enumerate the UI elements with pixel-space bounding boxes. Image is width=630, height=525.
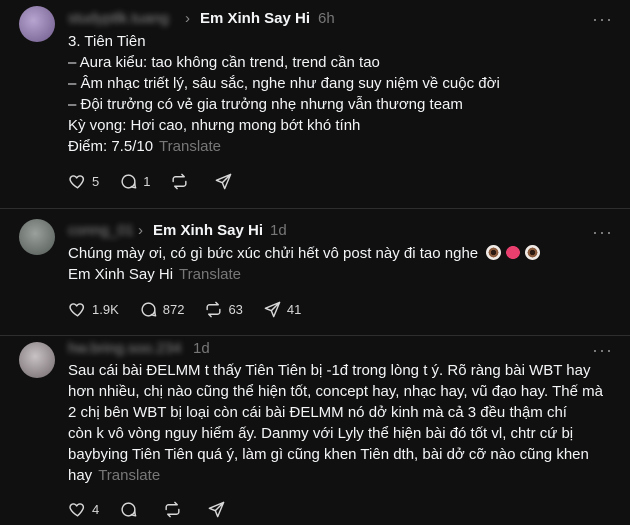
like-count: 1.9K bbox=[92, 302, 119, 317]
reply-button[interactable]: 872 bbox=[139, 300, 185, 319]
post-body: 3. Tiên Tiên – Aura kiểu: tao không cần … bbox=[68, 31, 500, 157]
lips-emoji-icon bbox=[505, 245, 522, 260]
timestamp: 1d bbox=[193, 340, 210, 357]
post-line: còn k vô vòng nguy hiểm ấy. Danmy với Ly… bbox=[68, 425, 574, 442]
repost-icon bbox=[206, 301, 221, 318]
username[interactable]: studyptlk.tuang bbox=[68, 10, 169, 27]
post-body: Chúng mày ơi, có gì bức xúc chửi hết vô … bbox=[68, 243, 541, 285]
avatar[interactable] bbox=[19, 219, 55, 255]
repost-button[interactable]: 63 bbox=[204, 300, 243, 319]
timestamp: 1d bbox=[270, 222, 287, 239]
topic-link[interactable]: › Em Xinh Say Hi bbox=[138, 222, 263, 239]
post-line: hay Translate bbox=[68, 467, 161, 484]
reply-button[interactable]: 1 bbox=[119, 172, 150, 191]
reply-count: 1 bbox=[143, 174, 151, 189]
share-button[interactable] bbox=[214, 172, 238, 191]
eye-emoji-icon bbox=[486, 245, 502, 260]
divider bbox=[0, 208, 630, 209]
arrow-icon: › bbox=[185, 10, 190, 27]
translate-link[interactable]: Translate bbox=[159, 138, 221, 155]
post-line: 2 chị bên WBT bị loại còn cái bài ĐELMM … bbox=[68, 404, 567, 421]
divider bbox=[0, 335, 630, 336]
arrow-icon: › bbox=[138, 222, 143, 239]
post-line: Sau cái bài ĐELMM t thấy Tiên Tiên bị -1… bbox=[68, 362, 591, 379]
translate-link[interactable]: Translate bbox=[98, 467, 160, 484]
post-line: – Đội trưởng có vẻ gia trưởng nhẹ nhưng … bbox=[68, 96, 463, 113]
post-line: Em Xinh Say Hi Translate bbox=[68, 266, 242, 283]
post-line: Điểm: 7.5/10 Translate bbox=[68, 138, 222, 155]
repost-button[interactable] bbox=[170, 172, 194, 191]
share-button[interactable] bbox=[207, 500, 231, 519]
topic-link[interactable]: › Em Xinh Say Hi bbox=[185, 10, 310, 27]
share-icon bbox=[208, 501, 225, 518]
heart-icon bbox=[69, 303, 85, 317]
action-bar: 4 bbox=[68, 500, 251, 519]
comment-icon bbox=[141, 302, 157, 317]
like-button[interactable]: 5 bbox=[68, 172, 99, 191]
post-line: baybying Tiên Tiên quá ý, làm gì cũng kh… bbox=[68, 446, 589, 463]
post-line: 3. Tiên Tiên bbox=[68, 33, 146, 50]
heart-icon bbox=[69, 503, 85, 517]
repost-icon bbox=[165, 501, 180, 518]
post-body: Sau cái bài ĐELMM t thấy Tiên Tiên bị -1… bbox=[68, 360, 603, 486]
timestamp: 6h bbox=[318, 10, 335, 27]
reply-count: 872 bbox=[162, 302, 185, 317]
avatar[interactable] bbox=[19, 342, 55, 378]
heart-icon bbox=[69, 175, 85, 189]
username[interactable]: hw.bring.soo.234 bbox=[68, 340, 181, 357]
repost-count: 63 bbox=[228, 302, 243, 317]
action-bar: 5 1 bbox=[68, 172, 258, 191]
repost-icon bbox=[172, 173, 188, 190]
translate-link[interactable]: Translate bbox=[179, 266, 241, 283]
action-bar: 1.9K 872 63 41 bbox=[68, 300, 321, 319]
post-line: Kỳ vọng: Hơi cao, nhưng mong bớt khó tín… bbox=[68, 117, 361, 134]
avatar[interactable] bbox=[19, 6, 55, 42]
more-icon[interactable]: ··· bbox=[592, 10, 613, 28]
reply-button[interactable] bbox=[119, 500, 143, 519]
post-line: – Aura kiểu: tao không cần trend, trend … bbox=[68, 54, 380, 71]
post-line: hơn nhiều, chị nào cũng thể hiện tốt, co… bbox=[68, 383, 603, 400]
username[interactable]: conng_01 bbox=[68, 222, 134, 239]
share-count: 41 bbox=[286, 302, 302, 317]
share-icon bbox=[264, 301, 281, 318]
post-line: – Âm nhạc triết lý, sâu sắc, nghe như đa… bbox=[68, 75, 500, 92]
like-button[interactable]: 4 bbox=[68, 500, 99, 519]
like-count: 5 bbox=[92, 174, 100, 189]
share-button[interactable]: 41 bbox=[263, 300, 301, 319]
more-icon[interactable]: ··· bbox=[592, 223, 613, 241]
more-icon[interactable]: ··· bbox=[592, 341, 613, 359]
post-line: Chúng mày ơi, có gì bức xúc chửi hết vô … bbox=[68, 243, 541, 264]
like-count: 4 bbox=[92, 502, 100, 517]
eye-emoji-icon bbox=[525, 245, 541, 260]
share-icon bbox=[216, 173, 232, 190]
repost-button[interactable] bbox=[163, 500, 187, 519]
like-button[interactable]: 1.9K bbox=[68, 300, 119, 319]
comment-icon bbox=[121, 174, 137, 189]
comment-icon bbox=[121, 502, 137, 517]
